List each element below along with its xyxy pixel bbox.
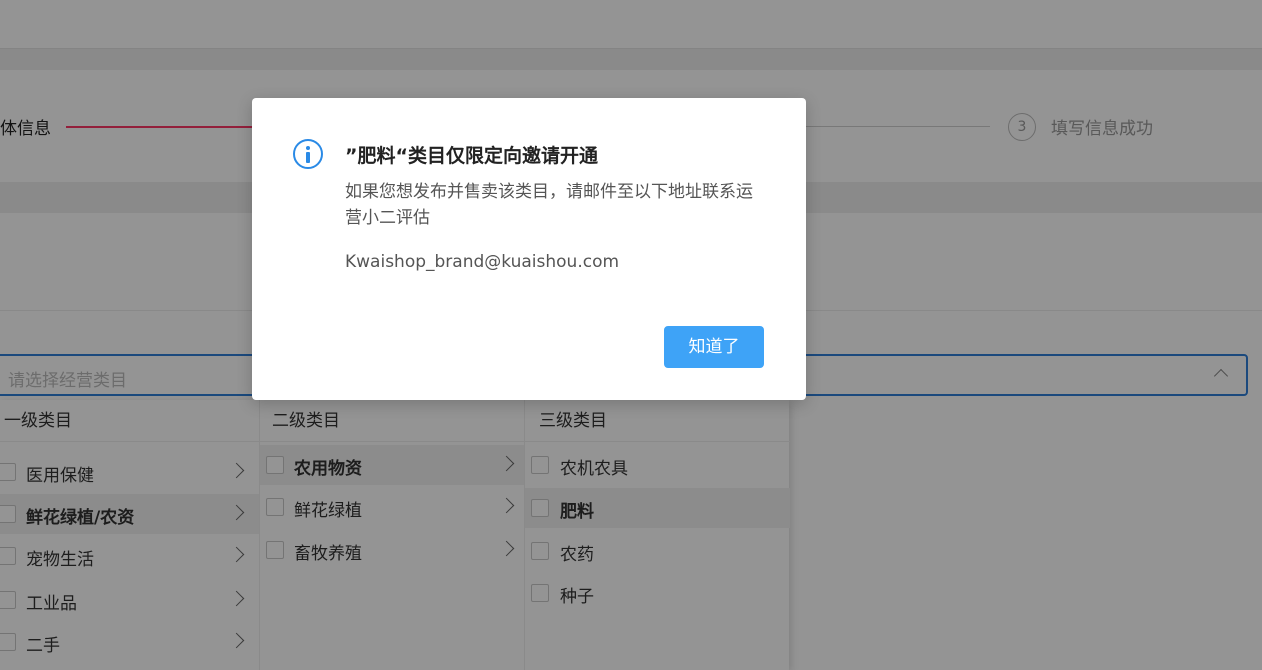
dialog-message: 如果您想发布并售卖该类目，请邮件至以下地址联系运营小二评估 [345,182,753,228]
ok-button[interactable]: 知道了 [664,326,764,368]
info-circle-icon [293,139,323,169]
dialog-title: ”肥料“类目仅限定向邀请开通 [345,145,598,167]
info-dialog: ”肥料“类目仅限定向邀请开通 如果您想发布并售卖该类目，请邮件至以下地址联系运营… [252,98,806,400]
contact-email: Kwaishop_brand@kuaishou.com [345,252,620,272]
